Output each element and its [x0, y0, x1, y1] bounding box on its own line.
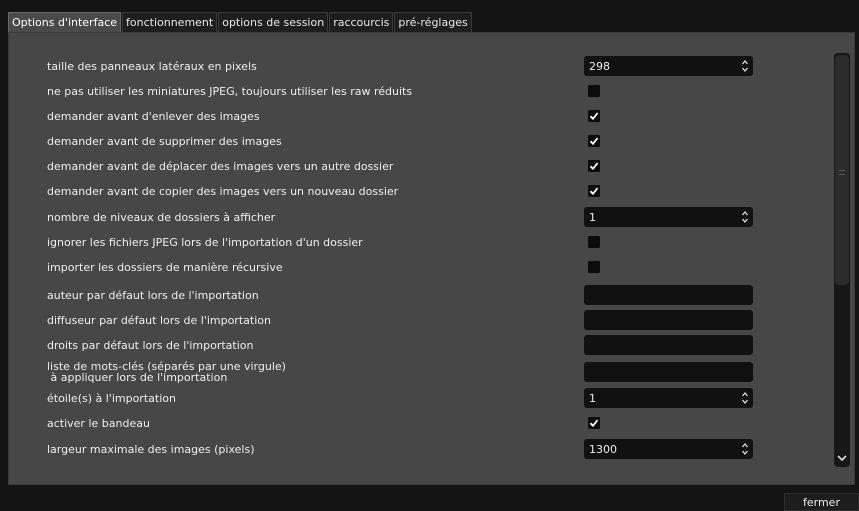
spin-value: 298 — [589, 60, 610, 73]
setting-label: liste de mots-clés (séparés par une virg… — [47, 361, 286, 383]
setting-label-text: largeur maximale des images (pixels) — [47, 443, 255, 456]
setting-label-text-line2: à appliquer lors de l'importation — [47, 371, 228, 384]
tab-session-options[interactable]: options de session — [218, 12, 329, 32]
setting-label: ne pas utiliser les miniatures JPEG, tou… — [47, 86, 412, 98]
setting-label: demander avant de déplacer des images ve… — [47, 161, 393, 173]
scrollbar-thumb[interactable] — [835, 55, 849, 285]
spin-value: 1 — [589, 211, 596, 224]
checkbox[interactable] — [588, 160, 600, 172]
updown-chevron-icon[interactable] — [741, 390, 749, 406]
setting-label-text: demander avant de supprimer des images — [47, 135, 282, 148]
setting-label: importer les dossiers de manière récursi… — [47, 262, 283, 274]
setting-label: ignorer les fichiers JPEG lors de l'impo… — [47, 237, 363, 249]
setting-label: demander avant de supprimer des images — [47, 136, 282, 148]
tab-presets[interactable]: pré-réglages — [394, 12, 472, 32]
setting-label-text: importer les dossiers de manière récursi… — [47, 261, 283, 274]
setting-label: demander avant de copier des images vers… — [47, 186, 398, 198]
text-entry[interactable] — [584, 335, 753, 355]
setting-label: nombre de niveaux de dossiers à afficher — [47, 212, 275, 224]
spin-button[interactable]: 1300 — [584, 439, 753, 459]
setting-label-text: nombre de niveaux de dossiers à afficher — [47, 211, 276, 224]
text-entry[interactable] — [584, 362, 753, 382]
setting-row: demander avant de déplacer des images ve… — [47, 155, 837, 179]
spin-button[interactable]: 298 — [584, 56, 753, 76]
checkbox[interactable] — [588, 110, 600, 122]
setting-row: taille des panneaux latéraux en pixels 29… — [47, 55, 837, 79]
updown-chevron-icon[interactable] — [741, 58, 749, 74]
tab-operation[interactable]: fonctionnement — [122, 12, 218, 32]
spin-button[interactable]: 1 — [584, 388, 753, 408]
spin-value: 1 — [589, 392, 596, 405]
setting-label: auteur par défaut lors de l'importation — [47, 290, 259, 302]
setting-row: liste de mots-clés (séparés par une virg… — [47, 361, 837, 385]
setting-label-text: demander avant de déplacer des images ve… — [47, 160, 394, 173]
text-entry[interactable] — [584, 310, 753, 330]
setting-row: ne pas utiliser les miniatures JPEG, tou… — [47, 80, 837, 104]
settings-panel: taille des panneaux latéraux en pixels 29… — [8, 32, 855, 485]
setting-label: étoile(s) à l'importation — [47, 393, 176, 405]
setting-label-text: auteur par défaut lors de l'importation — [47, 289, 259, 302]
chevron-down-icon[interactable] — [835, 451, 849, 465]
checkbox[interactable] — [588, 236, 600, 248]
setting-row: demander avant d'enlever des images — [47, 105, 837, 129]
checkbox[interactable] — [588, 85, 600, 97]
setting-label-text: taille des panneaux latéraux en pixels — [47, 60, 257, 73]
updown-chevron-icon[interactable] — [741, 209, 749, 225]
setting-row: diffuseur par défaut lors de l'importati… — [47, 309, 837, 333]
checkbox[interactable] — [588, 135, 600, 147]
spin-button[interactable]: 1 — [584, 207, 753, 227]
setting-label-text: droits par défaut lors de l'importation — [47, 339, 254, 352]
tab-bar: Options d'interface fonctionnement optio… — [8, 12, 473, 32]
setting-row: demander avant de copier des images vers… — [47, 180, 837, 204]
setting-row: activer le bandeau — [47, 412, 837, 436]
setting-label-text: ne pas utiliser les miniatures JPEG, tou… — [47, 85, 413, 98]
checkbox[interactable] — [588, 417, 600, 429]
setting-row: auteur par défaut lors de l'importation — [47, 284, 837, 308]
setting-label: taille des panneaux latéraux en pixels — [47, 61, 257, 73]
text-entry[interactable] — [584, 285, 753, 305]
setting-row: ignorer les fichiers JPEG lors de l'impo… — [47, 231, 837, 255]
setting-label: diffuseur par défaut lors de l'importati… — [47, 315, 271, 327]
tab-interface-options[interactable]: Options d'interface — [8, 12, 122, 32]
vertical-scrollbar[interactable] — [834, 53, 850, 467]
setting-row: nombre de niveaux de dossiers à afficher… — [47, 206, 837, 230]
setting-label: largeur maximale des images (pixels) — [47, 444, 254, 456]
close-button[interactable]: fermer — [784, 493, 859, 511]
setting-label: demander avant d'enlever des images — [47, 111, 260, 123]
setting-label: activer le bandeau — [47, 418, 150, 430]
setting-row: étoile(s) à l'importation 1 — [47, 387, 837, 411]
tab-shortcuts[interactable]: raccourcis — [329, 12, 394, 32]
setting-label-text: demander avant de copier des images vers… — [47, 185, 399, 198]
updown-chevron-icon[interactable] — [741, 441, 749, 457]
grip-icon — [839, 170, 845, 175]
setting-row: droits par défaut lors de l'importation — [47, 334, 837, 358]
setting-row: demander avant de supprimer des images — [47, 130, 837, 154]
setting-label-text: activer le bandeau — [47, 417, 150, 430]
checkbox[interactable] — [588, 185, 600, 197]
setting-row: largeur maximale des images (pixels) 1300 — [47, 438, 837, 462]
setting-label: droits par défaut lors de l'importation — [47, 340, 253, 352]
setting-label-text: demander avant d'enlever des images — [47, 110, 260, 123]
setting-label-text: ignorer les fichiers JPEG lors de l'impo… — [47, 236, 363, 249]
setting-label-text: diffuseur par défaut lors de l'importati… — [47, 314, 271, 327]
preferences-window: Options d'interface fonctionnement optio… — [0, 0, 859, 511]
setting-label-text: étoile(s) à l'importation — [47, 392, 176, 405]
setting-row: importer les dossiers de manière récursi… — [47, 256, 837, 280]
spin-value: 1300 — [589, 443, 617, 456]
checkbox[interactable] — [588, 261, 600, 273]
